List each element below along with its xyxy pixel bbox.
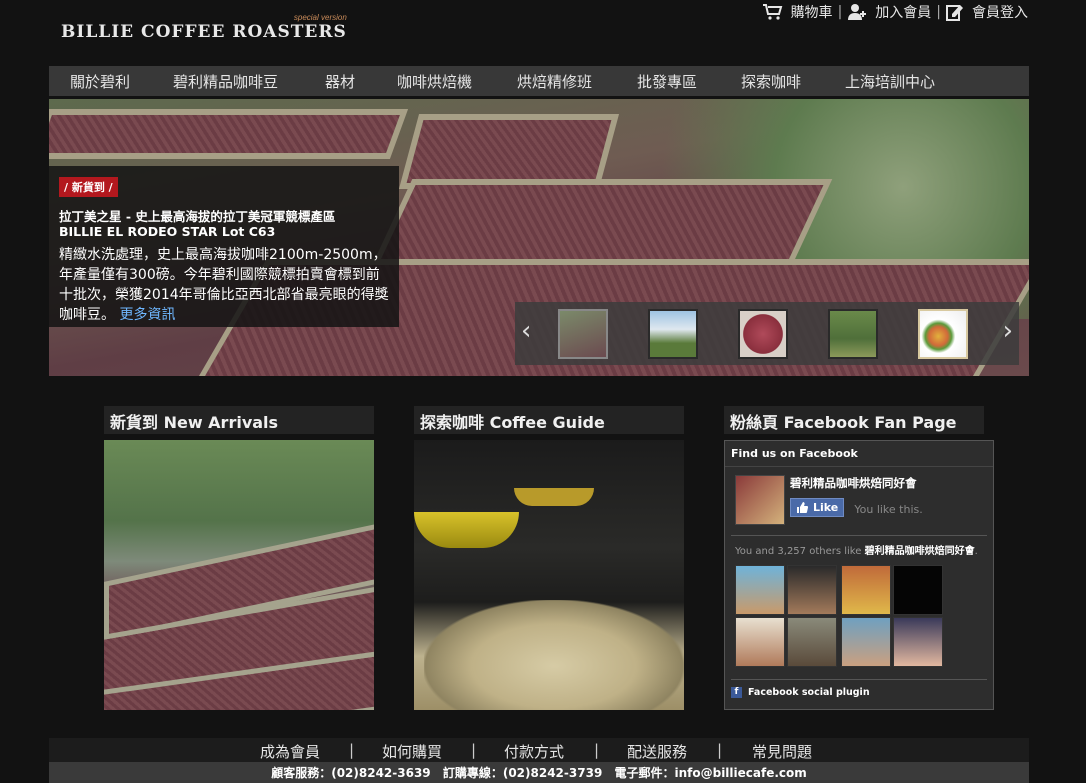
green-coffee-beans [424, 600, 684, 710]
yellow-bowl [514, 488, 594, 506]
footer-link-how-to-buy[interactable]: 如何購買 [382, 741, 442, 762]
footer-contact: 顧客服務：(02)8242-3639 訂購專線：(02)8242-3739 電子… [49, 762, 1029, 783]
new-arrival-badge: / 新貨到 / [59, 177, 118, 197]
likes-page-link[interactable]: 碧利精品咖啡烘焙同好會 [865, 546, 975, 557]
hero-caption: / 新貨到 / 拉丁美之星 - 史上最高海拔的拉丁美冠軍競標產區 BILLIE … [49, 166, 399, 327]
slide-thumb-2[interactable] [648, 309, 698, 359]
cart-icon [762, 4, 782, 20]
main-nav: 關於碧利 碧利精品咖啡豆 器材 咖啡烘焙機 烘焙精修班 批發專區 探索咖啡 上海… [49, 66, 1029, 96]
facebook-page-info: 碧利精品咖啡烘焙同好會 Like You like this. [790, 475, 923, 525]
footer-separator: | [471, 741, 477, 759]
nav-item-wholesale[interactable]: 批發專區 [637, 71, 697, 92]
new-arrivals-image[interactable] [104, 440, 374, 710]
fan-avatar[interactable] [787, 617, 837, 667]
facebook-header: Find us on Facebook [725, 441, 993, 467]
order-hotline: 訂購專線：(02)8242-3739 [442, 766, 603, 780]
nav-item-roasting-class[interactable]: 烘焙精修班 [517, 71, 592, 92]
fan-page-title: 粉絲頁 Facebook Fan Page [724, 406, 984, 434]
facebook-page-avatar[interactable] [735, 475, 785, 525]
hero-description: 精緻水洗處理，史上最高海拔咖啡2100m-2500m，年產量僅有300磅。今年碧… [59, 245, 389, 325]
fan-avatar[interactable] [787, 565, 837, 615]
facebook-page-row: 碧利精品咖啡烘焙同好會 Like You like this. [735, 475, 923, 525]
login-icon [946, 5, 963, 21]
yellow-bowl [414, 512, 519, 548]
cart-link[interactable]: 購物車 [762, 2, 833, 22]
cart-label: 購物車 [790, 5, 833, 21]
next-slide-arrow[interactable]: › [1003, 316, 1013, 346]
hero-description-text: 精緻水洗處理，史上最高海拔咖啡2100m-2500m，年產量僅有300磅。今年碧… [59, 247, 389, 323]
nav-item-about[interactable]: 關於碧利 [70, 71, 130, 92]
logo-tagline: special version [293, 13, 347, 22]
link-separator: | [837, 4, 843, 20]
footer-link-delivery[interactable]: 配送服務 [627, 741, 687, 762]
hero-title-en: BILLIE EL RODEO STAR Lot C63 [59, 224, 276, 239]
facebook-plugin-footer[interactable]: f Facebook social plugin [731, 679, 987, 698]
facebook-page-name[interactable]: 碧利精品咖啡烘焙同好會 [790, 475, 923, 491]
member-login-link[interactable]: 會員登入 [946, 2, 1028, 22]
customer-service-phone: 顧客服務：(02)8242-3639 [271, 766, 431, 780]
facebook-like-box: Find us on Facebook 碧利精品咖啡烘焙同好會 Like You… [724, 440, 994, 710]
footer-separator: | [717, 741, 723, 759]
thumbs-up-icon [797, 502, 808, 513]
site-logo[interactable]: special version BILLIE COFFEE ROASTERS [61, 13, 347, 42]
footer-link-become-member[interactable]: 成為會員 [260, 741, 320, 762]
join-member-label: 加入會員 [875, 5, 932, 21]
user-add-icon [848, 4, 867, 20]
slide-thumb-4[interactable] [828, 309, 878, 359]
facebook-plugin-label: Facebook social plugin [748, 687, 870, 698]
facebook-likes-count: You and 3,257 others like 碧利精品咖啡烘焙同好會. [735, 542, 978, 557]
nav-item-explore-coffee[interactable]: 探索咖啡 [741, 71, 801, 92]
nav-item-roasters[interactable]: 咖啡烘焙機 [397, 71, 472, 92]
likes-count-text: You and 3,257 others like [735, 546, 862, 557]
coffee-guide-image[interactable] [414, 440, 684, 710]
likes-count-suffix: . [974, 546, 978, 557]
join-member-link[interactable]: 加入會員 [847, 2, 931, 22]
you-like-text: You like this. [854, 503, 923, 516]
drying-bed [49, 109, 409, 159]
slide-thumb-3[interactable] [738, 309, 788, 359]
link-separator: | [936, 4, 941, 20]
footer-separator: | [349, 741, 355, 759]
new-arrivals-title: 新貨到 New Arrivals [104, 406, 374, 434]
slide-thumb-1[interactable] [558, 309, 608, 359]
nav-item-coffee-beans[interactable]: 碧利精品咖啡豆 [173, 71, 278, 92]
fan-avatar[interactable] [893, 565, 943, 615]
footer-link-faq[interactable]: 常見問題 [752, 741, 812, 762]
fan-avatar[interactable] [841, 617, 891, 667]
footer-link-payment[interactable]: 付款方式 [504, 741, 564, 762]
member-login-label: 會員登入 [972, 5, 1028, 21]
facebook-icon: f [731, 687, 742, 698]
like-label: Like [813, 501, 839, 514]
fan-avatar[interactable] [893, 617, 943, 667]
fan-avatar[interactable] [841, 565, 891, 615]
prev-slide-arrow[interactable]: ‹ [521, 316, 531, 346]
contact-email[interactable]: 電子郵件：info@billiecafe.com [614, 766, 806, 780]
more-info-link[interactable]: 更多資訊 [119, 307, 175, 323]
hero-slideshow[interactable]: / 新貨到 / 拉丁美之星 - 史上最高海拔的拉丁美冠軍競標產區 BILLIE … [49, 99, 1029, 376]
footer-separator: | [594, 741, 600, 759]
facebook-like-button[interactable]: Like [790, 498, 845, 517]
slide-thumb-5[interactable] [918, 309, 968, 359]
fan-avatar[interactable] [735, 565, 785, 615]
fan-avatar[interactable] [735, 617, 785, 667]
nav-item-equipment[interactable]: 器材 [325, 71, 355, 92]
account-links: 購物車 | 加入會員 | 會員登入 [762, 2, 1028, 22]
drying-bed [398, 114, 620, 189]
nav-item-shanghai-training[interactable]: 上海培訓中心 [845, 71, 935, 92]
slide-thumbnails: ‹ › [515, 302, 1019, 365]
facebook-divider [731, 535, 987, 536]
hero-title-zh: 拉丁美之星 - 史上最高海拔的拉丁美冠軍競標產區 [59, 209, 336, 224]
coffee-guide-title: 探索咖啡 Coffee Guide [414, 406, 684, 434]
